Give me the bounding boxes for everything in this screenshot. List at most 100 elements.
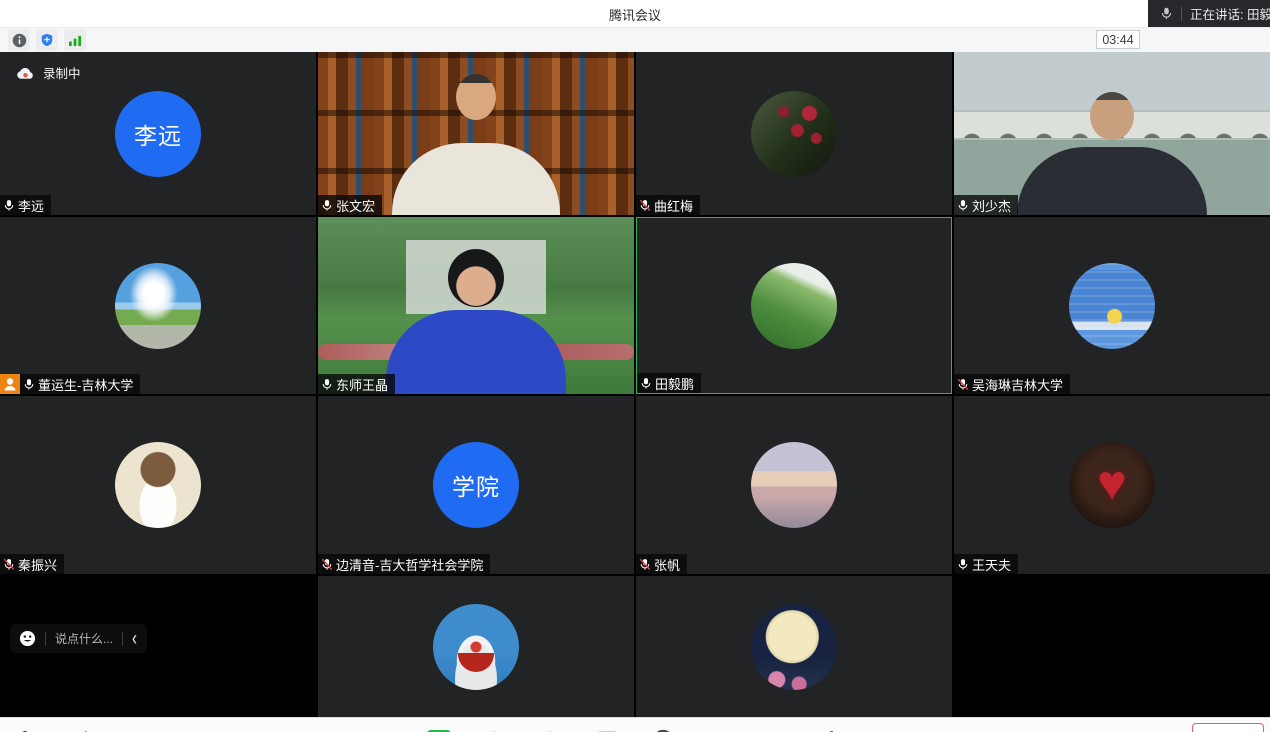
record-icon[interactable] [650, 720, 676, 732]
video-tile-边清音-吉大哲学社会学院[interactable]: 学院 边清音-吉大哲学社会学院 [318, 396, 634, 574]
participant-name: 曲红梅 [654, 196, 693, 215]
mic-on-icon [23, 378, 35, 391]
video-bookshelf-feed [318, 52, 634, 215]
end-meeting-button[interactable] [1192, 723, 1264, 732]
participant-name: 边清音-吉大哲学社会学院 [336, 555, 483, 574]
video-tile-田毅鹏[interactable]: 田毅鹏 [636, 217, 952, 394]
photo-cartoon-reader-avatar [115, 442, 201, 528]
participant-label: 刘少杰 [954, 195, 1018, 215]
apps-icon[interactable] [706, 720, 732, 732]
person-head [448, 249, 504, 307]
video-tile-slot-14[interactable] [318, 576, 634, 717]
chat-quick-input[interactable]: 说点什么... ‹ [10, 624, 147, 653]
chat-icon[interactable] [594, 720, 620, 732]
info-icon[interactable] [8, 29, 30, 51]
video-tile-东师王晶[interactable]: 东师王晶 [318, 217, 634, 394]
mic-on-icon [321, 199, 333, 212]
mic-muted-icon [321, 558, 333, 571]
participant-name: 王天夫 [972, 555, 1011, 574]
video-tile-曲红梅[interactable]: 曲红梅 [636, 52, 952, 215]
layout-icon[interactable] [762, 720, 788, 732]
participant-name: 吴海琳吉林大学 [972, 375, 1063, 394]
photo-moon-night-avatar [751, 604, 837, 690]
participant-name: 董运生-吉林大学 [38, 375, 133, 394]
participant-name: 刘少杰 [972, 196, 1011, 215]
participant-label: 秦振兴 [0, 554, 64, 574]
video-tile-刘少杰[interactable]: 刘少杰 [954, 52, 1270, 215]
recording-indicator: 录制中 [16, 63, 81, 82]
raise-hand-badge [0, 374, 20, 394]
mic-muted-icon [639, 199, 651, 212]
photo-doraemon-avatar [433, 604, 519, 690]
video-tile-王天夫[interactable]: 王天夫 [954, 396, 1270, 574]
photo-sunset-lake-avatar [751, 442, 837, 528]
meeting-window: 腾讯会议 03:44 [0, 0, 1270, 732]
participant-label: 李远 [0, 195, 51, 215]
recording-label: 录制中 [43, 63, 81, 82]
meeting-status-bar: 03:44 [0, 28, 1270, 52]
emoji-icon[interactable] [19, 630, 36, 647]
participant-label: 田毅鹏 [637, 373, 701, 393]
photo-blue-sea-avatar [1069, 263, 1155, 349]
active-speaker-text: 正在讲话: 田毅鹏 [1190, 4, 1270, 23]
mic-muted-icon [639, 558, 651, 571]
video-lake-bridge-feed [954, 52, 1270, 215]
mic-muted-icon [3, 558, 15, 571]
network-signal-icon[interactable] [64, 29, 86, 51]
video-tile-李远[interactable]: 李远 录制中 李远 [0, 52, 316, 215]
participant-label: 张帆 [636, 554, 687, 574]
participant-label: 东师王晶 [318, 374, 395, 394]
invite-icon[interactable] [538, 720, 564, 732]
video-campus-feed [318, 217, 634, 394]
video-tile-张帆[interactable]: 张帆 [636, 396, 952, 574]
initial-avatar: 李远 [115, 91, 201, 177]
settings-icon[interactable] [818, 720, 844, 732]
participant-label: 曲红梅 [636, 195, 700, 215]
photo-sky-road-avatar [115, 263, 201, 349]
mic-icon[interactable] [12, 720, 38, 732]
video-tile-秦振兴[interactable]: 秦振兴 [0, 396, 316, 574]
participant-name: 李远 [18, 196, 44, 215]
person-torso [386, 310, 566, 394]
video-tile-张文宏[interactable]: 张文宏 [318, 52, 634, 215]
participant-name: 秦振兴 [18, 555, 57, 574]
mic-muted-icon [957, 378, 969, 391]
mic-on-icon [1160, 7, 1173, 20]
bottom-toolbar [0, 717, 1270, 732]
members-icon[interactable] [482, 720, 508, 732]
person-torso [1017, 147, 1207, 215]
share-screen-icon[interactable] [426, 720, 452, 732]
window-title: 腾讯会议 [0, 0, 1270, 28]
participant-label: 张文宏 [318, 195, 382, 215]
participant-name: 张帆 [654, 555, 680, 574]
chat-input-placeholder[interactable]: 说点什么... [55, 630, 113, 647]
cloud-record-icon [16, 66, 35, 80]
participant-label: 边清音-吉大哲学社会学院 [318, 554, 490, 574]
meeting-timer: 03:44 [1096, 30, 1140, 49]
mic-on-icon [3, 199, 15, 212]
window-titlebar: 腾讯会议 [0, 0, 1270, 28]
person-head [456, 74, 496, 120]
video-tile-董运生-吉林大学[interactable]: 董运生-吉林大学 [0, 217, 316, 394]
participant-label: 吴海琳吉林大学 [954, 374, 1070, 394]
video-tile-slot-16[interactable] [954, 576, 1270, 717]
mic-on-icon [321, 378, 333, 391]
chevron-left-icon[interactable]: ‹ [132, 628, 137, 649]
photo-green-hill-avatar [751, 263, 837, 349]
initial-avatar: 学院 [433, 442, 519, 528]
mic-on-icon [957, 558, 969, 571]
mic-on-icon [640, 377, 652, 390]
video-grid: 李远 录制中 李远 张文宏 曲红梅 [0, 52, 1270, 717]
participant-name: 张文宏 [336, 196, 375, 215]
participant-label: 王天夫 [954, 554, 1018, 574]
participant-label: 董运生-吉林大学 [0, 374, 140, 394]
camera-off-icon[interactable] [82, 720, 108, 732]
participant-name: 田毅鹏 [655, 374, 694, 393]
video-tile-slot-15[interactable] [636, 576, 952, 717]
photo-plum-blossom-avatar [751, 91, 837, 177]
shield-icon[interactable] [36, 29, 58, 51]
video-tile-吴海琳吉林大学[interactable]: 吴海琳吉林大学 [954, 217, 1270, 394]
active-speaker-banner: 正在讲话: 田毅鹏 [1148, 0, 1270, 27]
mic-on-icon [957, 199, 969, 212]
participant-name: 东师王晶 [336, 375, 388, 394]
